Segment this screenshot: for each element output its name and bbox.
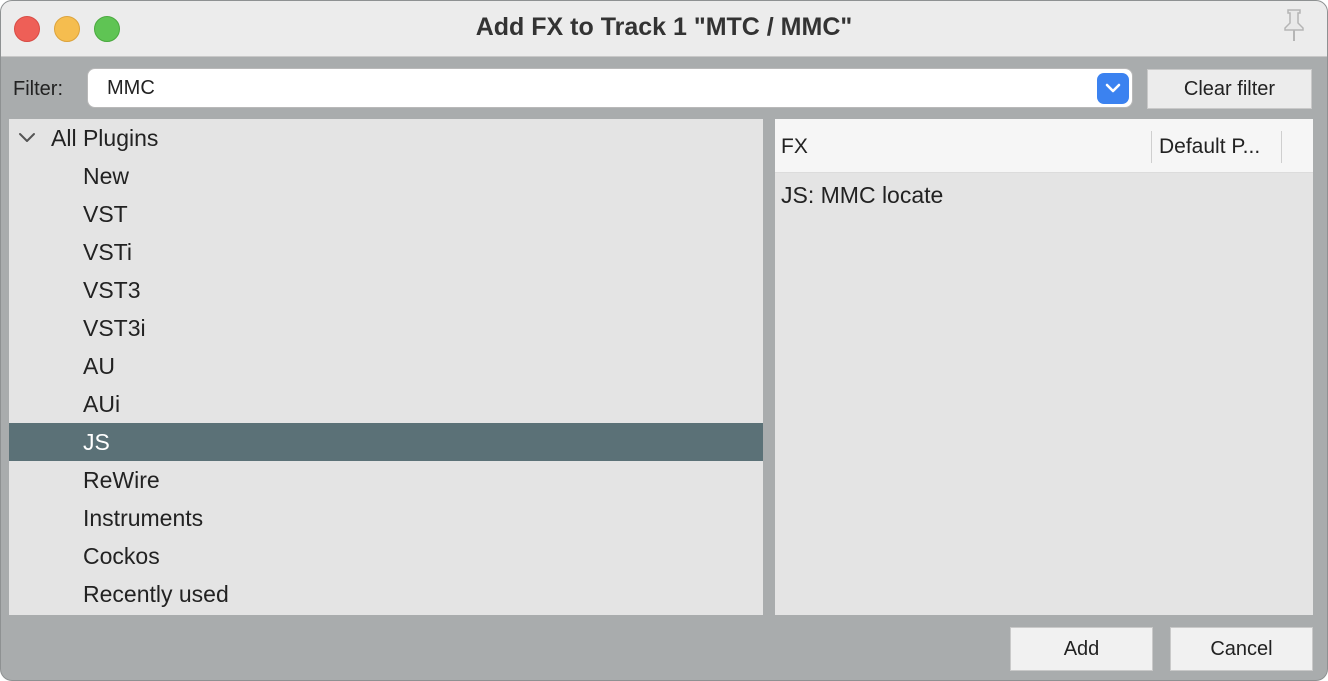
- filter-history-dropdown[interactable]: [1097, 73, 1129, 104]
- column-divider[interactable]: [1151, 131, 1152, 163]
- filter-label: Filter:: [13, 78, 63, 100]
- tree-item-label: New: [83, 163, 130, 189]
- tree-item-label: AU: [83, 353, 115, 379]
- tree-item-label: ReWire: [83, 467, 160, 493]
- fx-list-header: FX Default P...: [775, 119, 1313, 173]
- tree-item-new[interactable]: New: [9, 157, 763, 195]
- fx-list[interactable]: FX Default P... JS: MMC locate: [775, 119, 1313, 615]
- tree-item-cockos[interactable]: Cockos: [9, 537, 763, 575]
- tree-item-label: Cockos: [83, 543, 160, 569]
- pin-icon[interactable]: [1279, 7, 1309, 43]
- plugin-category-tree[interactable]: All Plugins New VST VSTi VST3 VST3i AU A…: [9, 119, 763, 615]
- cancel-button[interactable]: Cancel: [1170, 627, 1313, 671]
- tree-item-vsti[interactable]: VSTi: [9, 233, 763, 271]
- tree-root-all-plugins[interactable]: All Plugins: [9, 119, 763, 157]
- tree-item-vst3[interactable]: VST3: [9, 271, 763, 309]
- tree-item-au[interactable]: AU: [9, 347, 763, 385]
- tree-item-aui[interactable]: AUi: [9, 385, 763, 423]
- tree-item-label: VST: [83, 201, 128, 227]
- add-button[interactable]: Add: [1010, 627, 1153, 671]
- tree-item-recently-used[interactable]: Recently used: [9, 575, 763, 613]
- tree-root-label: All Plugins: [51, 125, 159, 151]
- chevron-down-icon: [1105, 83, 1121, 93]
- tree-item-vst3i[interactable]: VST3i: [9, 309, 763, 347]
- tree-item-label: VST3: [83, 277, 141, 303]
- fx-list-row[interactable]: JS: MMC locate: [775, 175, 1313, 215]
- tree-item-vst[interactable]: VST: [9, 195, 763, 233]
- chevron-down-icon[interactable]: [17, 129, 37, 145]
- tree-item-label: JS: [83, 429, 110, 455]
- column-divider[interactable]: [1281, 131, 1282, 163]
- filter-value[interactable]: MMC: [107, 77, 155, 100]
- window-title: Add FX to Track 1 "MTC / MMC": [475, 13, 853, 41]
- title-bar[interactable]: Add FX to Track 1 "MTC / MMC": [1, 1, 1327, 57]
- tree-item-label: Instruments: [83, 505, 204, 531]
- clear-filter-button[interactable]: Clear filter: [1147, 69, 1312, 109]
- filter-input[interactable]: MMC: [87, 68, 1133, 108]
- tree-item-js[interactable]: JS: [9, 423, 763, 461]
- column-header-fx[interactable]: FX: [781, 135, 808, 159]
- column-header-default-preset[interactable]: Default P...: [1159, 135, 1260, 159]
- tree-item-rewire[interactable]: ReWire: [9, 461, 763, 499]
- tree-item-label: VSTi: [83, 239, 132, 265]
- tree-item-label: Recently used: [83, 581, 229, 607]
- tree-item-instruments[interactable]: Instruments: [9, 499, 763, 537]
- fx-name: JS: MMC locate: [781, 182, 944, 208]
- tree-item-label: AUi: [83, 391, 121, 417]
- add-fx-dialog: Add FX to Track 1 "MTC / MMC" Filter: MM…: [0, 0, 1328, 681]
- tree-item-label: VST3i: [83, 315, 146, 341]
